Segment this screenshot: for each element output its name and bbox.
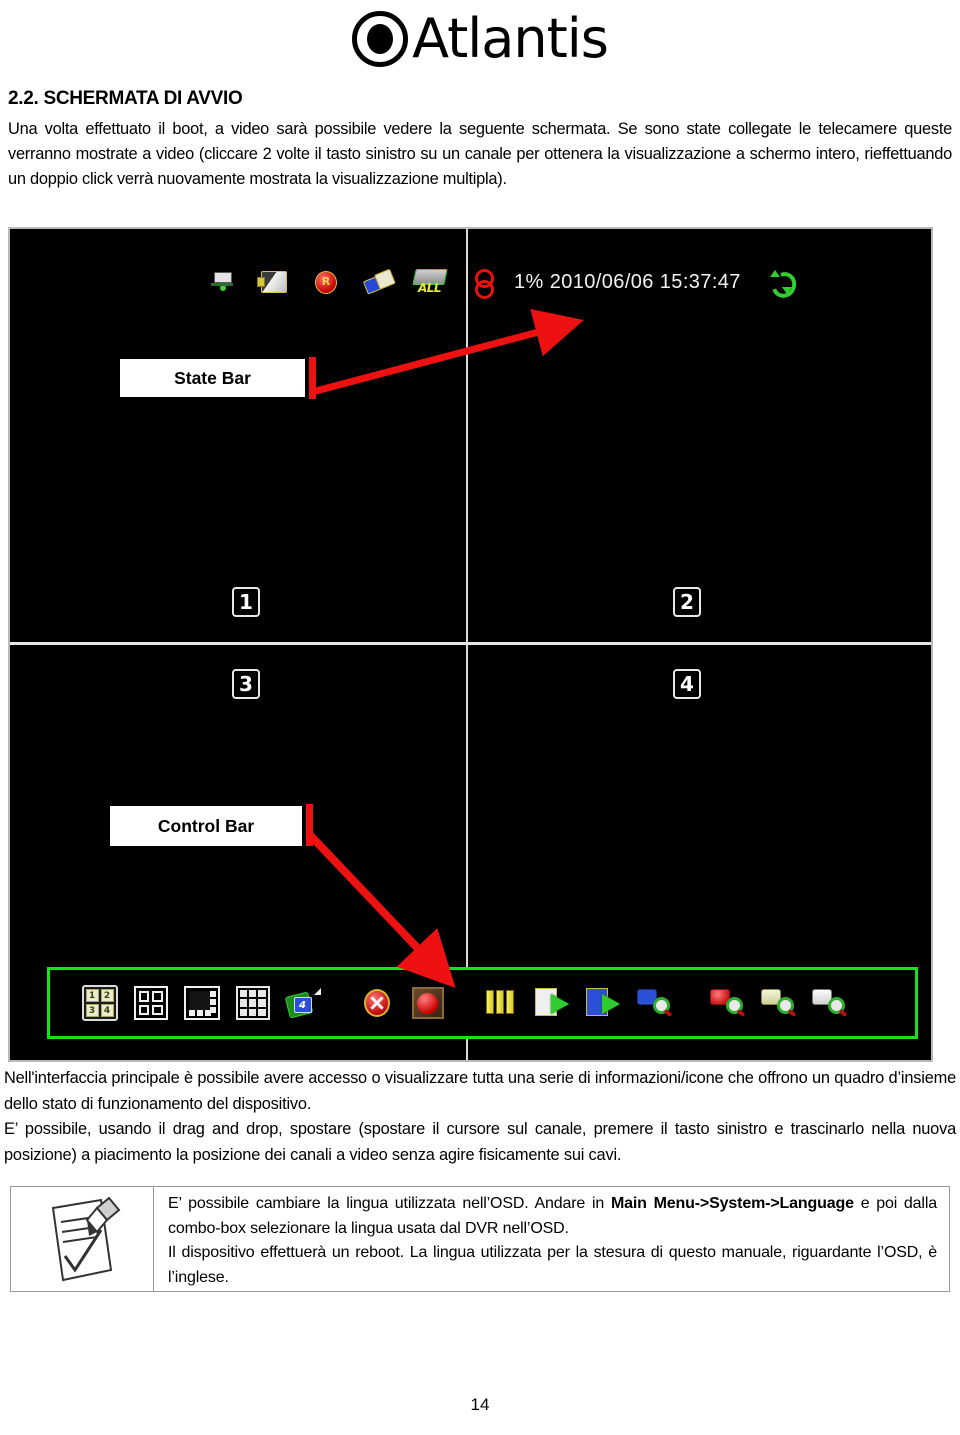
layout-cell-1: 1 [85,989,99,1002]
channel-badge-3: 3 [232,669,260,699]
layout-nine-split-button[interactable] [227,977,278,1029]
callout-control-bar: Control Bar [110,806,302,846]
playback-reverse-button[interactable] [577,977,628,1029]
brand-logo: Atlantis [0,4,960,74]
layout-quad-numbered-button[interactable]: 1 2 3 4 [74,977,125,1029]
channel-swap-button[interactable]: 4 [278,977,329,1029]
dvr-control-bar: 1 2 3 4 4 [47,967,918,1039]
layout-cell-2: 2 [100,989,114,1002]
channel-badge-4: 4 [673,669,701,699]
search-backup-button[interactable] [752,977,803,1029]
brand-name: Atlantis [412,7,609,70]
body-paragraph-1: Nell'interfaccia principale è possibile … [4,1069,956,1113]
hdd-all-icon[interactable]: ALL [404,266,456,298]
note-menu-path: Main Menu->System->Language [610,1195,854,1212]
datetime-display: 2010/06/06 15:37:47 [549,270,741,293]
network-status-icon[interactable] [196,266,248,298]
note-icon-cell [11,1187,154,1291]
layout-cell-4: 4 [100,1004,114,1017]
search-playlist-button[interactable] [628,977,679,1029]
note-line-1: E’ possibile cambiare la lingua utilizza… [168,1192,937,1241]
hdd-all-label: ALL [418,281,442,295]
rotate-cycle-icon[interactable] [755,266,807,298]
stop-record-button[interactable] [351,977,402,1029]
dvr-screenshot: ALL 1% 2010/06/06 15:37:47 1 2 3 4 State… [8,227,933,1062]
body-paragraph-2: E’ possibile, usando il drag and drop, s… [4,1120,956,1164]
note-line-2: Il dispositivo effettuerà un reboot. La … [168,1244,937,1286]
playback-button[interactable] [526,977,577,1029]
record-button[interactable] [402,977,453,1029]
search-log-button[interactable] [803,977,854,1029]
layout-quad-button[interactable] [125,977,176,1029]
hdd-usage-percent: 1% [514,270,544,293]
note-box: E’ possibile cambiare la lingua utilizza… [10,1186,950,1292]
hdd-icon[interactable] [248,266,300,298]
layout-one-plus-seven-button[interactable] [176,977,227,1029]
section-heading: 2.2. SCHERMATA DI AVVIO [8,88,243,109]
notepad-pencil-icon [51,1196,121,1282]
page-number: 14 [470,1395,490,1414]
note-line1-pre: E’ possibile cambiare la lingua utilizza… [168,1195,611,1212]
link-chain-icon[interactable] [456,266,508,299]
channel-swap-badge: 4 [293,997,312,1013]
archive-books-button[interactable] [475,977,526,1029]
note-text: E’ possibile cambiare la lingua utilizza… [154,1187,949,1291]
intro-paragraph: Una volta effettuato il boot, a video sa… [8,120,952,188]
body-paragraphs: Nell'interfaccia principale è possibile … [4,1066,956,1168]
atlantis-circle-logo-icon [352,11,409,67]
channel-badge-2: 2 [673,587,701,617]
usb-device-icon[interactable] [352,266,404,298]
dvr-state-bar: ALL 1% 2010/06/06 15:37:47 [196,265,807,299]
search-alarm-button[interactable] [701,977,752,1029]
callout-state-bar: State Bar [120,359,305,397]
channel-badge-1: 1 [232,587,260,617]
layout-cell-3: 3 [85,1004,99,1017]
quad-horizontal-divider [10,642,931,645]
record-status-icon[interactable] [300,266,352,298]
